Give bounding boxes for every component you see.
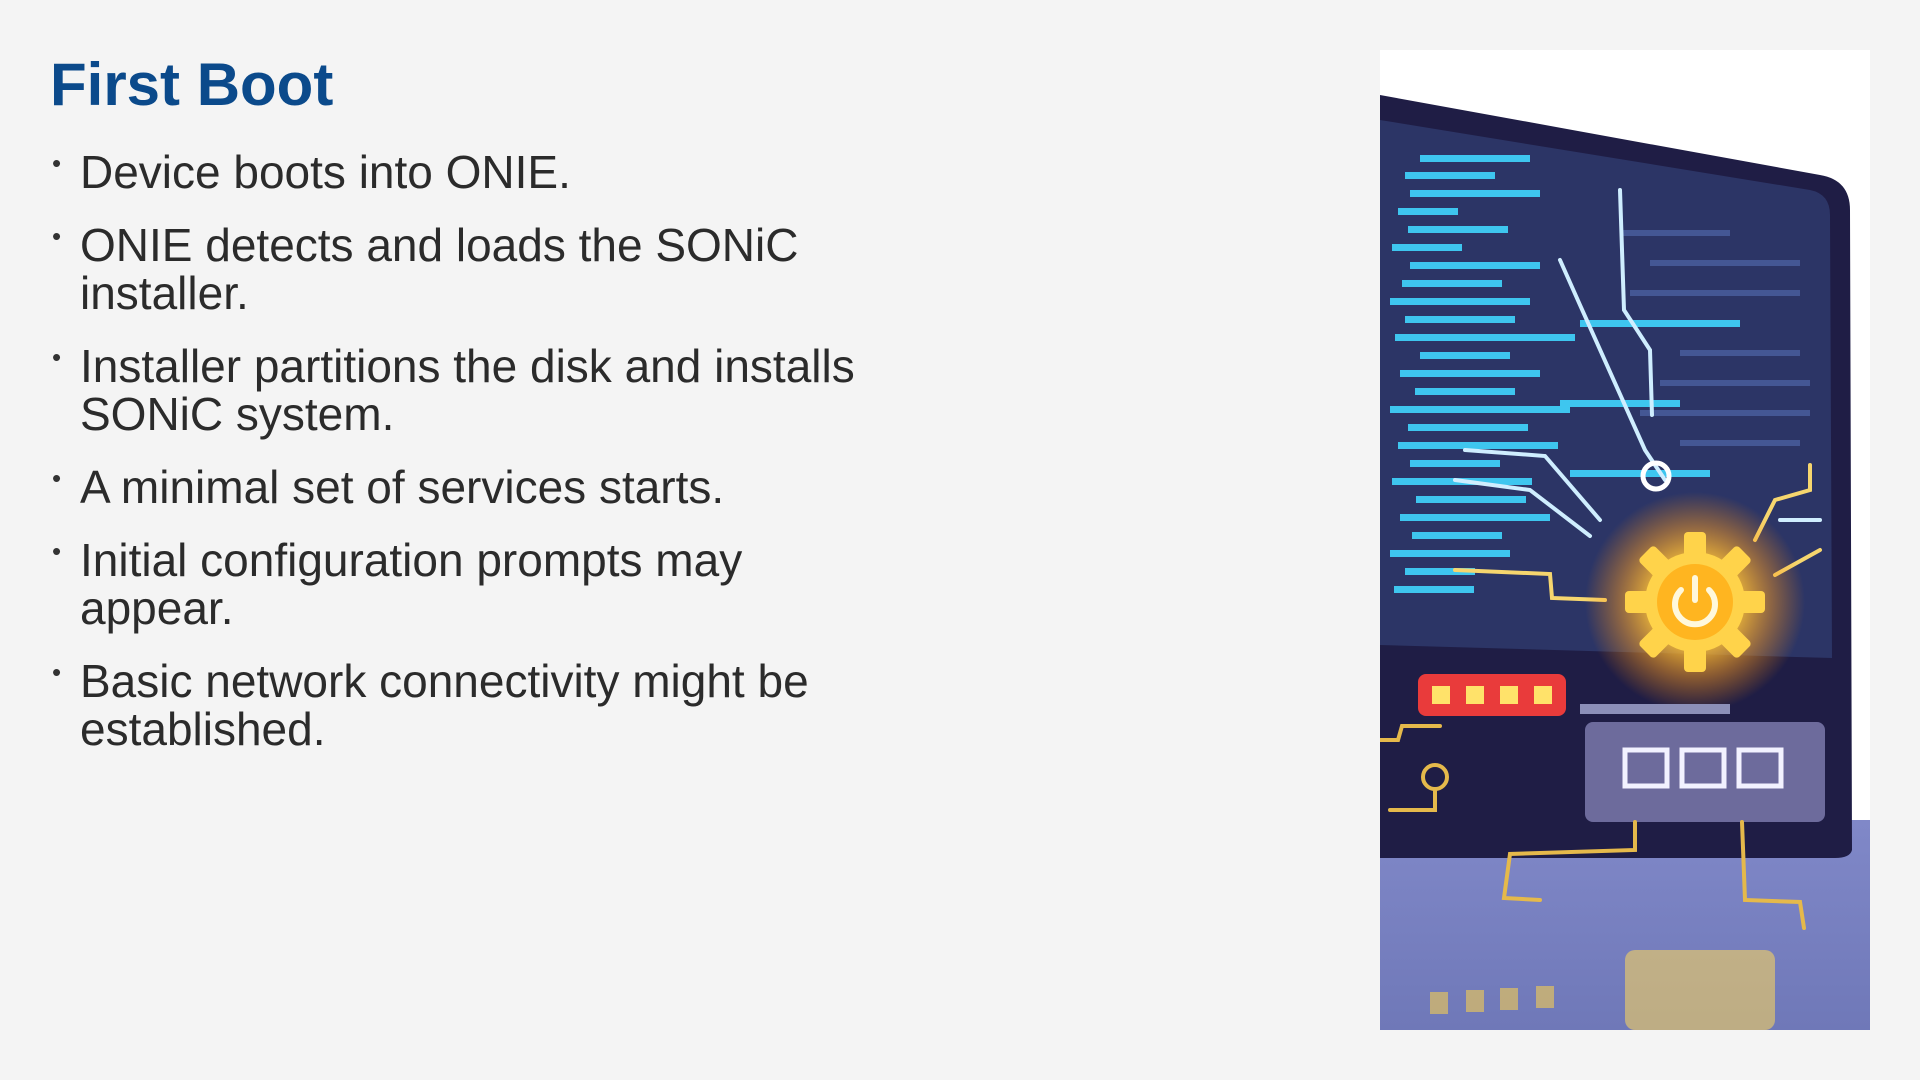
bullet-marker: • (52, 342, 62, 372)
bullet-item: • Initial configuration prompts may appe… (50, 536, 880, 632)
bullet-text: ONIE detects and loads the SONiC install… (80, 219, 799, 319)
bullet-text: Device boots into ONIE. (80, 146, 571, 198)
bullet-text: Installer partitions the disk and instal… (80, 340, 855, 440)
bullet-list: • Device boots into ONIE. • ONIE detects… (50, 148, 880, 778)
bullet-marker: • (52, 657, 62, 687)
bullet-item: • ONIE detects and loads the SONiC insta… (50, 221, 880, 317)
power-gear-icon (1625, 532, 1765, 672)
slide-title: First Boot (50, 51, 334, 118)
bullet-text: Initial configuration prompts may appear… (80, 534, 743, 634)
bullet-marker: • (52, 221, 62, 251)
bullet-item: • A minimal set of services starts. (50, 463, 880, 511)
status-led-icon (1418, 674, 1566, 716)
bullet-item: • Device boots into ONIE. (50, 148, 880, 196)
bullet-item: • Basic network connectivity might be es… (50, 657, 880, 753)
bullet-marker: • (52, 536, 62, 566)
bullet-text: A minimal set of services starts. (80, 461, 725, 513)
bullet-marker: • (52, 148, 62, 178)
bullet-item: • Installer partitions the disk and inst… (50, 342, 880, 438)
switch-illustration (1380, 50, 1870, 1030)
boot-illustration (1380, 50, 1870, 1030)
slide: First Boot • Device boots into ONIE. • O… (0, 0, 1920, 1080)
bullet-text: Basic network connectivity might be esta… (80, 655, 809, 755)
bullet-marker: • (52, 463, 62, 493)
